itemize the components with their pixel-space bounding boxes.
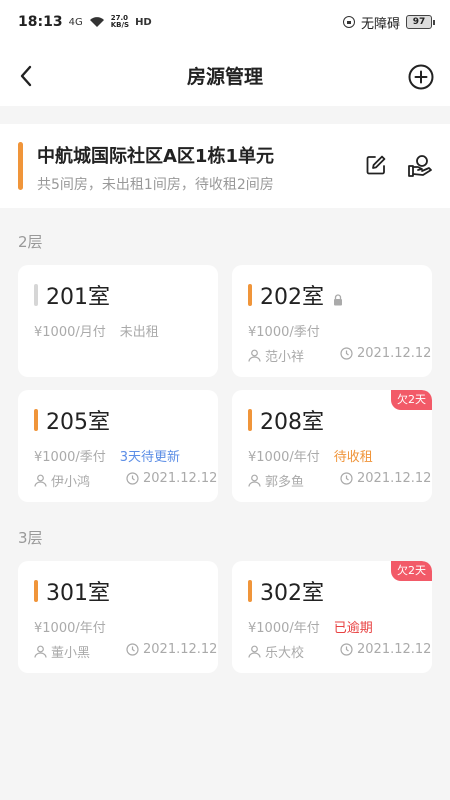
room-name: 202室	[260, 285, 324, 310]
add-button[interactable]	[408, 64, 434, 90]
signal-icon: 4G	[68, 16, 83, 28]
rent-date-value: 2021.12.12	[357, 346, 432, 361]
room-accent-bar	[248, 409, 252, 431]
user-icon	[248, 645, 261, 658]
user-icon	[248, 474, 261, 487]
rent-date-value: 2021.12.12	[357, 642, 432, 657]
room-card-301[interactable]: 301室 ¥1000/年付 董小黑 2021.12.12	[18, 561, 218, 673]
room-card-208[interactable]: 欠2天 208室 ¥1000/年付 待收租 郭多鱼 2021.12.12	[232, 390, 432, 502]
room-info: ¥1000/年付 已逾期	[248, 617, 373, 636]
room-accent-bar	[248, 580, 252, 602]
room-card-302[interactable]: 欠2天 302室 ¥1000/年付 已逾期 乐大校 2021.12.12	[232, 561, 432, 673]
clock-icon	[340, 472, 353, 485]
clock-icon	[340, 643, 353, 656]
net-speed: 27.0 KB/S	[110, 14, 130, 29]
room-status: 3天待更新	[119, 450, 181, 465]
room-name: 205室	[46, 410, 110, 435]
rent-date: 2021.12.12	[126, 471, 217, 486]
battery-icon: 97	[406, 15, 435, 29]
page-title: 房源管理	[186, 65, 263, 88]
room-price: ¥1000/季付	[248, 325, 320, 340]
floor-label: 3层	[18, 529, 43, 547]
status-bar: 18:13 4G 27.0 KB/S HD 无障碍 97	[0, 0, 450, 44]
wifi-icon	[89, 17, 104, 27]
room-status: 已逾期	[333, 621, 373, 636]
room-price: ¥1000/年付	[248, 621, 320, 636]
room-name: 302室	[260, 581, 324, 606]
nav-bar: 房源管理	[0, 44, 450, 106]
user-icon	[34, 645, 47, 658]
rent-date: 2021.12.12	[340, 471, 431, 486]
tenant: 郭多鱼	[248, 471, 304, 490]
accessibility-lock-icon	[342, 16, 355, 28]
room-info: ¥1000/季付 3天待更新	[34, 446, 180, 465]
overdue-badge: 欠2天	[391, 390, 432, 410]
edit-icon[interactable]	[365, 154, 387, 176]
room-meta: 伊小鸿 2021.12.12	[34, 471, 217, 490]
user-icon	[34, 474, 47, 487]
room-price: ¥1000/年付	[34, 621, 106, 636]
rent-date: 2021.12.12	[126, 642, 217, 657]
clock-icon	[126, 643, 139, 656]
lock-icon	[334, 294, 342, 306]
user-icon	[248, 349, 261, 362]
status-time: 18:13	[18, 14, 63, 30]
floor-label: 2层	[18, 233, 43, 251]
room-card-201[interactable]: 201室 ¥1000/月付 未出租	[18, 265, 218, 377]
rent-date-value: 2021.12.12	[143, 471, 218, 486]
room-status: 未出租	[119, 325, 159, 340]
room-meta: 董小黑 2021.12.12	[34, 642, 217, 661]
room-name: 301室	[46, 581, 110, 606]
room-meta: 乐大校 2021.12.12	[248, 642, 431, 661]
room-card-205[interactable]: 205室 ¥1000/季付 3天待更新 伊小鸿 2021.12.12	[18, 390, 218, 502]
tenant-name: 乐大校	[265, 646, 305, 661]
clock-icon	[126, 472, 139, 485]
room-card-202[interactable]: 202室 ¥1000/季付 范小祥 2021.12.12	[232, 265, 432, 377]
room-accent-bar	[248, 284, 252, 306]
room-meta: 郭多鱼 2021.12.12	[248, 471, 431, 490]
tenant: 乐大校	[248, 642, 304, 661]
tenant: 董小黑	[34, 642, 90, 661]
back-button[interactable]	[14, 62, 42, 90]
room-accent-bar	[34, 580, 38, 602]
clock-icon	[340, 347, 353, 360]
room-accent-bar	[34, 284, 38, 306]
building-summary: 共5间房，未出租1间房，待收租2间房	[37, 177, 274, 193]
room-info: ¥1000/年付 待收租	[248, 446, 373, 465]
tenant: 范小祥	[248, 346, 304, 365]
room-status: 待收租	[333, 450, 373, 465]
tenant-name: 范小祥	[265, 350, 305, 365]
rent-date-value: 2021.12.12	[357, 471, 432, 486]
room-name: 208室	[260, 410, 324, 435]
hand-money-icon[interactable]	[407, 154, 433, 178]
room-info: ¥1000/年付	[34, 617, 106, 636]
rent-date: 2021.12.12	[340, 346, 431, 361]
building-name: 中航城国际社区A区1栋1单元	[37, 146, 274, 167]
tenant: 伊小鸿	[34, 471, 90, 490]
room-meta: 范小祥 2021.12.12	[248, 346, 431, 365]
room-info: ¥1000/季付	[248, 321, 320, 340]
tenant-name: 伊小鸿	[51, 475, 91, 490]
accessibility-label: 无障碍	[360, 16, 400, 32]
building-accent-bar	[18, 142, 23, 190]
room-name: 201室	[46, 285, 110, 310]
room-price: ¥1000/月付	[34, 325, 106, 340]
rent-date-value: 2021.12.12	[143, 642, 218, 657]
room-price: ¥1000/季付	[34, 450, 106, 465]
overdue-badge: 欠2天	[391, 561, 432, 581]
room-info: ¥1000/月付 未出租	[34, 321, 159, 340]
tenant-name: 郭多鱼	[265, 475, 305, 490]
room-price: ¥1000/年付	[248, 450, 320, 465]
room-accent-bar	[34, 409, 38, 431]
hd-icon: HD	[135, 16, 152, 28]
tenant-name: 董小黑	[51, 646, 91, 661]
rent-date: 2021.12.12	[340, 642, 431, 657]
building-header: 中航城国际社区A区1栋1单元 共5间房，未出租1间房，待收租2间房	[0, 124, 450, 208]
